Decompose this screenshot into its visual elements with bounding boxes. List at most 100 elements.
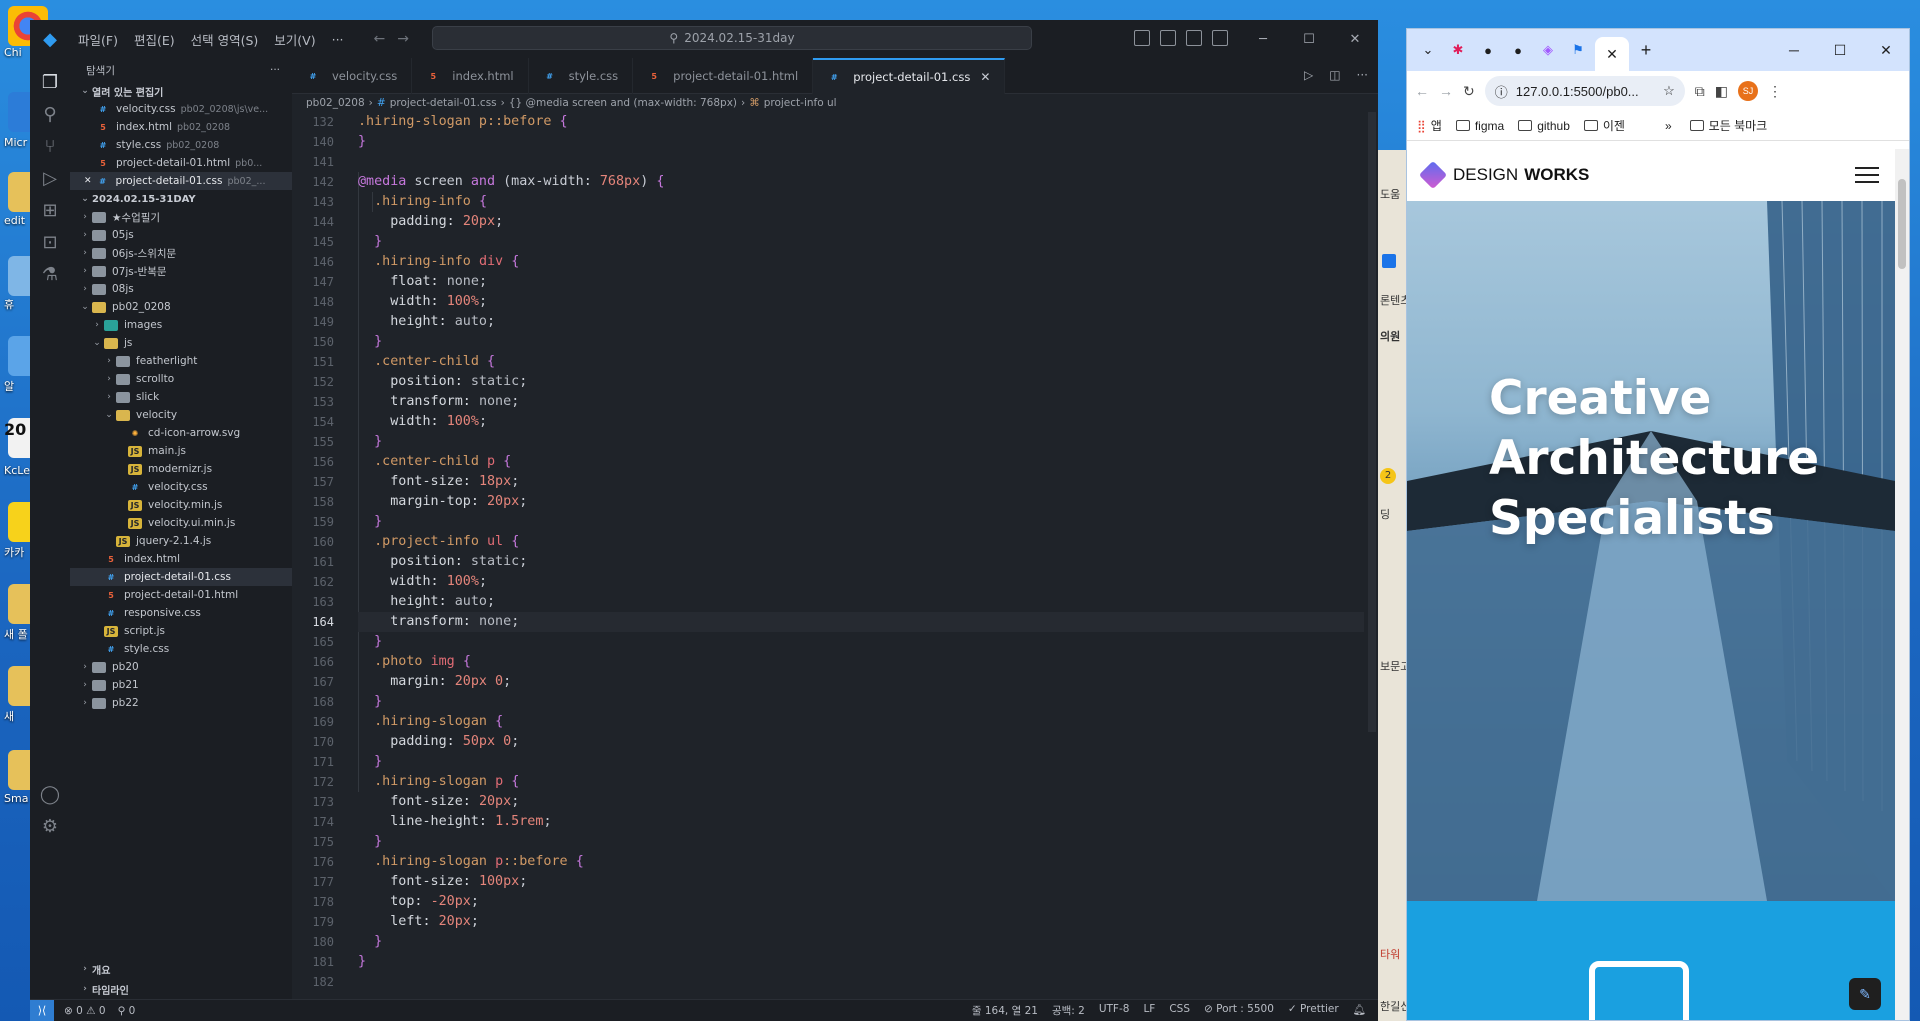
open-editor-item[interactable]: 5 index.html pb02_0208 [70,118,292,136]
cursor-position[interactable]: 줄 164, 열 21 [972,1003,1038,1018]
breadcrumb-item[interactable]: project-detail-01.css [390,97,497,109]
encoding-status[interactable]: UTF-8 [1099,1003,1130,1018]
menu-more[interactable]: ··· [324,32,352,47]
breadcrumb-item[interactable]: pb02_0208 [306,97,365,109]
breadcrumb-item[interactable]: {} @media screen and (max-width: 768px) [509,97,737,109]
account-icon[interactable]: ◯ [38,782,62,806]
editor-tab[interactable]: 5 project-detail-01.html [633,58,814,94]
open-editors-header[interactable]: ⌄ 열려 있는 편집기 [70,82,292,100]
tree-item[interactable]: JS modernizr.js [70,460,292,478]
indentation-status[interactable]: 공백: 2 [1052,1003,1085,1018]
editor-tab[interactable]: # velocity.css [292,58,413,94]
menu-view[interactable]: 보기(V) [266,30,323,49]
tree-item[interactable]: # style.css [70,640,292,658]
close-icon[interactable]: ✕ [1863,29,1909,71]
active-tab-close-icon[interactable]: ✕ [1595,37,1629,71]
tree-item[interactable]: › 07js-반복문 [70,262,292,280]
tree-item[interactable]: JS main.js [70,442,292,460]
run-debug-icon[interactable]: ▷ [38,166,62,190]
editor-tab[interactable]: # style.css [529,58,634,94]
bookmark-figma[interactable]: figma [1455,119,1504,133]
tree-item[interactable]: # velocity.css [70,478,292,496]
language-status[interactable]: CSS [1169,1003,1190,1018]
remote-indicator-icon[interactable]: ⟩⟨ [30,999,54,1021]
outline-header[interactable]: › 개요 [70,959,292,979]
bookmark-github[interactable]: github [1518,119,1570,133]
tree-item[interactable]: › pb20 [70,658,292,676]
scrollbar-thumb[interactable] [1368,112,1376,732]
flag-tab-icon[interactable]: ⚑ [1565,37,1591,63]
tree-item[interactable]: › featherlight [70,352,292,370]
maximize-icon[interactable]: ☐ [1286,20,1332,58]
reload-icon[interactable]: ↻ [1463,83,1475,100]
tree-item[interactable]: JS jquery-2.1.4.js [70,532,292,550]
tree-item[interactable]: ✺ cd-icon-arrow.svg [70,424,292,442]
close-tab-icon[interactable]: ✕ [980,70,990,84]
tree-item[interactable]: ⌄ pb02_0208 [70,298,292,316]
workspace-header[interactable]: ⌄ 2024.02.15-31DAY [70,190,292,208]
figma-tab-icon[interactable]: ◈ [1535,37,1561,63]
menu-edit[interactable]: 편집(E) [126,30,183,49]
toggle-secondary-sidebar-icon[interactable] [1186,30,1202,46]
tree-item[interactable]: › ★수업필기 [70,208,292,226]
github-tab-icon[interactable]: ● [1505,37,1531,63]
live-server-port[interactable]: ⊘ Port : 5500 [1204,1003,1274,1018]
remote-explorer-icon[interactable]: ⊡ [38,230,62,254]
page-scrollbar[interactable] [1895,149,1909,1020]
testing-icon[interactable]: ⚗ [38,262,62,286]
tree-item[interactable]: 5 project-detail-01.html [70,586,292,604]
forward-icon[interactable]: → [1439,83,1453,99]
site-info-icon[interactable]: ⓘ [1495,82,1508,101]
notifications-bell-icon[interactable]: 🔔︎ [1353,1003,1366,1018]
tree-item[interactable]: ⌄ js [70,334,292,352]
run-icon[interactable]: ▷ [1304,68,1313,82]
customize-layout-icon[interactable] [1212,30,1228,46]
new-tab-icon[interactable]: + [1633,37,1659,63]
all-bookmarks[interactable]: 모든 북마크 [1689,117,1767,134]
site-logo[interactable]: DESIGN WORKS [1418,160,1589,190]
tree-item[interactable]: › pb22 [70,694,292,712]
menu-kebab-icon[interactable]: ⋮ [1768,83,1782,100]
problems-status[interactable]: ⊗ 0 ⚠ 0 [64,1005,106,1017]
side-panel-icon[interactable]: ◧ [1715,83,1728,100]
minimize-icon[interactable]: ─ [1240,20,1286,58]
more-bookmarks-chevron-icon[interactable]: » [1665,119,1672,133]
tree-item[interactable]: JS velocity.ui.min.js [70,514,292,532]
tree-item[interactable]: › images [70,316,292,334]
tree-item[interactable]: › 08js [70,280,292,298]
tree-item[interactable]: › 05js [70,226,292,244]
hamburger-menu-icon[interactable] [1855,167,1879,183]
tree-item[interactable]: # responsive.css [70,604,292,622]
minimize-icon[interactable]: ─ [1771,29,1817,71]
address-bar[interactable]: ⓘ 127.0.0.1:5500/pb0... ☆ [1484,76,1685,106]
close-editor-icon[interactable]: ✕ [84,176,92,186]
toggle-sidebar-icon[interactable] [1134,30,1150,46]
menu-file[interactable]: 파일(F) [70,30,126,49]
toggle-panel-icon[interactable] [1160,30,1176,46]
tree-item[interactable]: › scrollto [70,370,292,388]
tree-item[interactable]: ⌄ velocity [70,406,292,424]
editor-tab[interactable]: # project-detail-01.css ✕ [813,58,1006,94]
editor-scrollbar[interactable] [1366,112,1378,999]
explorer-icon[interactable]: ❐ [38,70,62,94]
eol-status[interactable]: LF [1143,1003,1155,1018]
code-editor[interactable]: 132 140 141 142 143 144 145 146 147 148 149 150 151 1… [292,112,1378,999]
tree-item[interactable]: › pb21 [70,676,292,694]
open-editor-item[interactable]: # velocity.css pb02_0208\js\ve... [70,100,292,118]
extensions-icon[interactable]: ⧉ [1695,83,1705,100]
prettier-status[interactable]: ✓ Prettier [1288,1003,1339,1018]
split-editor-icon[interactable]: ◫ [1329,68,1340,82]
tree-item[interactable]: › slick [70,388,292,406]
open-editor-item[interactable]: ✕ # project-detail-01.css pb02_... [70,172,292,190]
back-icon[interactable]: ← [1415,83,1429,99]
manage-gear-icon[interactable]: ⚙ [38,814,62,838]
open-editor-item[interactable]: 5 project-detail-01.html pb0... [70,154,292,172]
bookmark-apps[interactable]: ⣿ 앱 [1417,117,1442,134]
command-center-search[interactable]: ⚲ 2024.02.15-31day [432,26,1032,50]
close-icon[interactable]: ✕ [1332,20,1378,58]
editor-tab[interactable]: 5 index.html [412,58,529,94]
tree-item[interactable]: › 06js-스위치문 [70,244,292,262]
extensions-icon[interactable]: ⊞ [38,198,62,222]
maximize-icon[interactable]: ☐ [1817,29,1863,71]
scrollbar-thumb[interactable] [1898,179,1906,269]
